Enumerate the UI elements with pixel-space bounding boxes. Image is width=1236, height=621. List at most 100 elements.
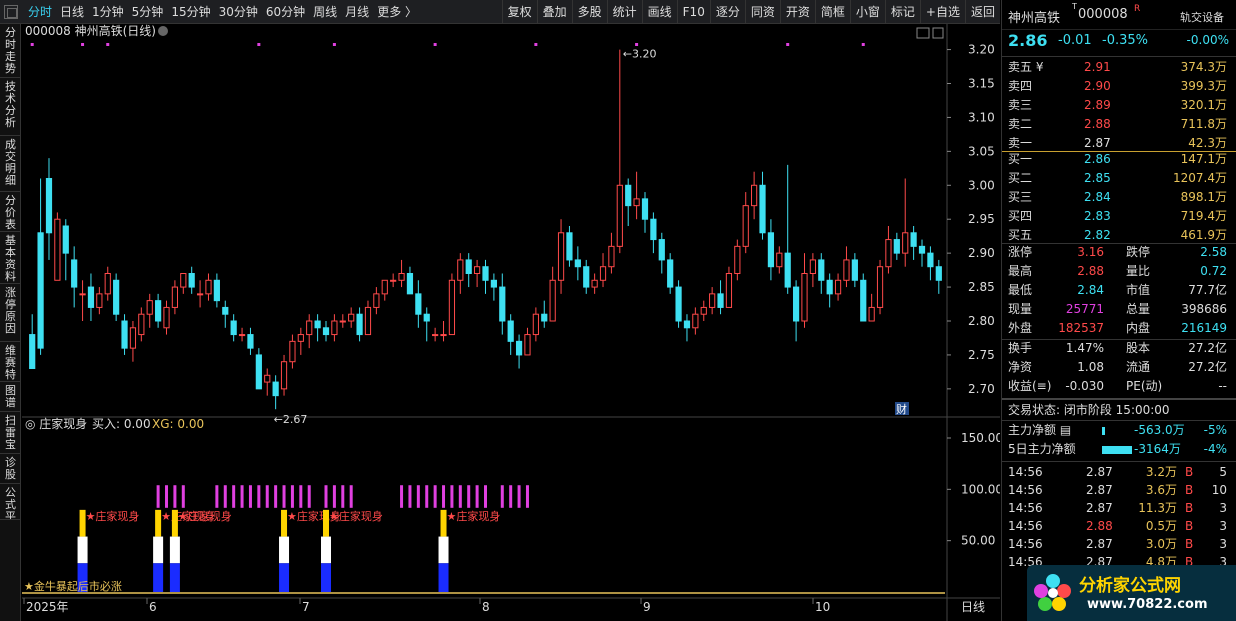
candle-body[interactable] [146,300,153,315]
tab-0[interactable]: 分时 [24,0,56,24]
tab-9[interactable]: 更多 〉 [373,0,421,24]
tool-button-5[interactable]: F10 [676,0,710,24]
candle-body[interactable] [406,273,414,295]
candle-body[interactable] [331,320,338,336]
candle-body[interactable] [658,239,665,261]
candle-body[interactable] [448,279,456,336]
candle-body[interactable] [196,293,204,296]
candle-body[interactable] [910,232,917,247]
candle-body[interactable] [709,293,716,308]
candle-body[interactable] [843,259,850,281]
candle-body[interactable] [566,232,573,261]
candle-body[interactable] [222,306,229,315]
candle-body[interactable] [616,184,623,247]
candle-body[interactable] [759,184,766,234]
candle-body[interactable] [482,266,489,281]
candle-body[interactable] [675,286,682,322]
tool-button-1[interactable]: 叠加 [536,0,572,24]
candle-body[interactable] [902,232,909,254]
candle-body[interactable] [667,259,674,288]
candle-body[interactable] [650,218,657,241]
candle-body[interactable] [373,293,380,308]
tool-button-12[interactable]: +自选 [919,0,965,24]
candle-body[interactable] [893,239,900,254]
candle-body[interactable] [45,178,53,234]
candle-body[interactable] [188,273,195,288]
tool-button-8[interactable]: 开资 [779,0,815,24]
candle-body[interactable] [348,313,355,322]
tab-2[interactable]: 1分钟 [88,0,128,24]
tool-button-9[interactable]: 简框 [814,0,850,24]
candle-body[interactable] [37,232,44,349]
tool-button-3[interactable]: 统计 [606,0,642,24]
candle-body[interactable] [440,334,447,337]
candle-body[interactable] [238,334,246,337]
candle-body[interactable] [507,320,514,342]
tab-6[interactable]: 60分钟 [262,0,309,24]
left-nav-item-4[interactable]: 基本资料 [0,232,21,284]
candle-body[interactable] [306,320,313,336]
candle-body[interactable] [935,266,942,281]
left-nav-item-9[interactable]: 诊股 [0,454,21,484]
left-nav-item-5[interactable]: 涨停原因 [0,284,21,342]
candle-body[interactable] [54,218,61,281]
left-nav-item-3[interactable]: 分价表 [0,192,21,232]
candle-body[interactable] [885,239,892,268]
tool-button-10[interactable]: 小窗 [849,0,885,24]
candle-body[interactable] [734,245,741,275]
candle-body[interactable] [155,300,162,322]
candle-body[interactable] [171,286,179,308]
candle-body[interactable] [918,245,926,254]
candle-body[interactable] [717,293,724,308]
candle-body[interactable] [499,286,506,322]
candle-body[interactable] [432,334,439,337]
candle-body[interactable] [71,259,78,288]
candle-body[interactable] [264,374,271,383]
candle-body[interactable] [62,225,69,254]
candle-body[interactable] [692,313,699,329]
candle-body[interactable] [784,252,791,288]
candle-body[interactable] [868,306,875,322]
sector-link[interactable]: 轨交设备 [1180,9,1224,25]
tab-3[interactable]: 5分钟 [128,0,168,24]
tab-1[interactable]: 日线 [56,0,88,24]
candle-body[interactable] [700,306,707,315]
candle-body[interactable] [583,266,590,288]
left-nav-item-8[interactable]: 扫雷宝 [0,412,21,454]
candle-body[interactable] [289,340,296,363]
tool-button-13[interactable]: 返回 [964,0,1000,24]
candle-body[interactable] [314,320,321,329]
candle-body[interactable] [792,286,800,322]
candle-body[interactable] [818,259,825,281]
candle-body[interactable] [490,279,497,288]
candle-body[interactable] [633,198,640,207]
tool-button-7[interactable]: 同资 [744,0,780,24]
candle-body[interactable] [599,266,607,281]
candle-body[interactable] [272,381,279,397]
candle-body[interactable] [725,273,733,308]
left-nav-item-0[interactable]: 分时走势 [0,24,21,78]
candle-body[interactable] [230,320,237,336]
candle-body[interactable] [297,334,304,342]
candle-body[interactable] [205,279,212,295]
candle-body[interactable] [557,232,565,281]
candle-body[interactable] [163,306,170,329]
candle-body[interactable] [280,361,288,390]
candle-body[interactable] [751,184,758,207]
candle-body[interactable] [809,259,816,275]
candle-body[interactable] [322,327,330,336]
candle-body[interactable] [381,279,388,295]
candle-body[interactable] [574,259,581,268]
candle-body[interactable] [213,279,220,302]
candle-body[interactable] [29,334,36,370]
left-nav-item-6[interactable]: 维赛特 [0,342,21,382]
candle-body[interactable] [742,205,749,247]
candle-body[interactable] [339,320,346,323]
tool-button-6[interactable]: 逐分 [709,0,745,24]
candle-body[interactable] [96,293,103,308]
tool-button-11[interactable]: 标记 [884,0,920,24]
candle-body[interactable] [608,245,615,268]
candle-body[interactable] [625,184,632,207]
candle-body[interactable] [113,279,120,315]
left-nav-item-1[interactable]: 技术分析 [0,78,21,136]
